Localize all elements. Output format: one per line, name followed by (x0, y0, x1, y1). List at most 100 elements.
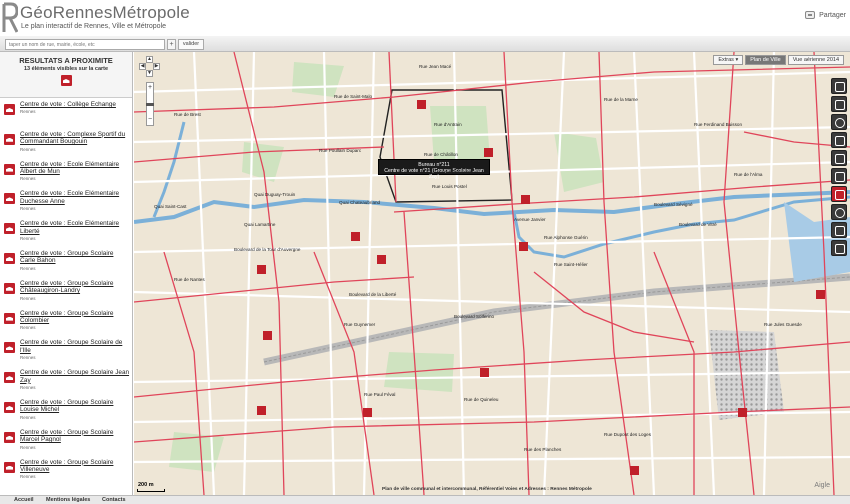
result-title[interactable]: Centre de vote : Groupe Scolaire Villene… (20, 456, 130, 474)
pan-right-button[interactable]: ▶ (153, 63, 160, 70)
results-title: RESULTATS A PROXIMITE (19, 56, 113, 65)
result-title[interactable]: Centre de vote : Groupe Scolaire Jean Za… (20, 366, 130, 384)
result-item[interactable]: Centre de vote : Groupe Scolaire Château… (0, 277, 132, 307)
polling-station-icon (4, 342, 15, 354)
street-label: Rue Poullain Duparc (319, 148, 362, 153)
result-item[interactable]: Centre de vote : Ecole Elémentaire Liber… (0, 217, 132, 247)
street-label: Rue Dupont des Loges (604, 432, 651, 437)
street-label: Rue Guynemer (344, 322, 376, 327)
result-title[interactable]: Centre de vote : Groupe Scolaire de l'Il… (20, 336, 130, 354)
result-item[interactable]: Centre de vote : Groupe Scolaire de l'Il… (0, 336, 132, 366)
result-title[interactable]: Centre de vote : Collège Echange (20, 98, 130, 108)
car-icon[interactable] (831, 78, 847, 94)
street-label: Boulevard Sévigné (654, 202, 693, 207)
street-label: Rue de Brest (174, 112, 201, 117)
zoom-in-button[interactable]: + (147, 83, 153, 93)
result-city: Rennes (20, 414, 36, 420)
eye-icon[interactable] (831, 204, 847, 220)
aerial-view-button[interactable]: Vue aérienne 2014 (787, 55, 844, 65)
result-title[interactable]: Centre de vote : Ecole Elémentaire Liber… (20, 217, 130, 235)
zoom-control[interactable]: + − (146, 82, 154, 126)
street-label: Rue de l'Alma (734, 172, 763, 177)
polling-station-icon (4, 461, 15, 473)
search-options-button[interactable]: + (167, 39, 176, 50)
home-icon[interactable] (831, 240, 847, 256)
result-title[interactable]: Centre de vote : Groupe Scolaire Carle B… (20, 247, 130, 265)
polling-station-icon (4, 193, 15, 205)
pan-left-button[interactable]: ◀ (139, 63, 146, 70)
result-city: Rennes (20, 384, 36, 390)
result-item[interactable]: Centre de vote : Groupe Scolaire Villene… (0, 456, 132, 486)
polling-station-icon (4, 163, 15, 175)
map-canvas[interactable] (134, 52, 850, 495)
result-city: Rennes (20, 295, 36, 301)
monument-icon[interactable] (831, 186, 847, 202)
trash-icon[interactable] (831, 132, 847, 148)
result-item[interactable]: Centre de vote : Groupe Scolaire Jean Za… (0, 366, 132, 396)
result-title[interactable]: Centre de vote : Groupe Scolaire Marcel … (20, 426, 130, 444)
result-title[interactable]: Centre de vote : Groupe Scolaire Château… (20, 277, 130, 295)
bus-icon[interactable] (831, 150, 847, 166)
header: GéoRennesMétropole Le plan interactif de… (0, 0, 850, 36)
search-input[interactable] (5, 39, 165, 50)
street-label: Boulevard de la Tour d'Auvergne (234, 247, 301, 252)
results-count: 13 éléments visibles sur la carte (23, 66, 109, 72)
result-item[interactable]: Centre de vote : Groupe Scolaire Louise … (0, 396, 132, 426)
search-submit-button[interactable]: valider (178, 39, 204, 50)
result-item[interactable]: Centre de vote : Collège Echange Rennes (0, 98, 132, 128)
result-item[interactable]: Centre de vote : Groupe Scolaire Colombi… (0, 307, 132, 337)
map-toolbar (831, 78, 847, 258)
street-label: Boulevard de Vitré (679, 222, 717, 227)
result-city: Rennes (20, 265, 36, 271)
street-label: Boulevard Solferino (454, 314, 495, 319)
result-item[interactable]: Centre de vote : Ecole Elémentaire Duche… (0, 187, 132, 217)
result-city: Rennes (20, 146, 36, 152)
share-label: Partager (819, 11, 846, 19)
zoom-slider-handle[interactable] (146, 103, 154, 106)
polling-station-icon (4, 401, 15, 413)
result-item[interactable]: Centre de vote : Groupe Scolaire Marcel … (0, 426, 132, 456)
footer-legal-link[interactable]: Mentions légales (46, 497, 90, 503)
pan-control[interactable]: ▲ ◀ ▶ ▼ (139, 56, 161, 78)
result-city: Rennes (20, 236, 36, 241)
polling-station-icon (4, 133, 15, 145)
share-button[interactable]: Partager (805, 11, 846, 19)
result-city: Rennes (20, 355, 36, 361)
street-label: Quai Lamartine (244, 222, 276, 227)
result-item[interactable]: Centre de vote : Groupe Scolaire Carle B… (0, 247, 132, 277)
layer-switcher: Extras ▾ Plan de Ville Vue aérienne 2014 (713, 55, 844, 65)
restricted-area (709, 330, 784, 420)
result-title[interactable]: Centre de vote : Ecole Elémentaire Alber… (20, 158, 130, 176)
extras-dropdown[interactable]: Extras ▾ (713, 55, 744, 65)
building-icon[interactable] (831, 222, 847, 238)
street-label: Rue Paul Bert (444, 170, 473, 175)
street-label: Rue de Nantes (174, 277, 205, 282)
heart-icon[interactable] (831, 168, 847, 184)
street-label: Rue Ferdinand Buisson (694, 122, 743, 127)
footer-contacts-link[interactable]: Contacts (102, 497, 126, 503)
share-icon (805, 11, 816, 19)
parking-icon[interactable] (831, 96, 847, 112)
pan-up-button[interactable]: ▲ (146, 56, 153, 63)
plan-de-ville-button[interactable]: Plan de Ville (745, 55, 786, 65)
polling-station-icon (4, 312, 15, 324)
result-item[interactable]: Centre de vote : Complexe Sportif du Com… (0, 128, 132, 158)
map-copyright: Plan de ville communal et intercommunal,… (382, 487, 592, 492)
result-title[interactable]: Centre de vote : Groupe Scolaire Louise … (20, 396, 130, 414)
result-title[interactable]: Centre de vote : Groupe Scolaire Colombi… (20, 307, 130, 325)
zoom-out-button[interactable]: − (147, 115, 153, 125)
street-label: Quai Saint-Cast (154, 204, 187, 209)
gear-icon[interactable] (831, 114, 847, 130)
pan-down-button[interactable]: ▼ (146, 70, 153, 77)
footer: Accueil Mentions légales Contacts (0, 495, 850, 504)
result-item[interactable]: Centre de vote : Ecole Elémentaire Alber… (0, 158, 132, 188)
map-view[interactable]: ▲ ◀ ▶ ▼ + − Extras ▾ Plan de Ville Vue a… (134, 52, 850, 495)
footer-home-link[interactable]: Accueil (14, 497, 34, 503)
street-label: Avenue Janvier (514, 217, 546, 222)
polling-station-icon (4, 104, 15, 115)
street-label: Rue de Quineleu (464, 397, 499, 402)
results-sidebar: RESULTATS A PROXIMITE 13 éléments visibl… (0, 52, 133, 495)
result-city: Rennes (20, 176, 36, 182)
result-title[interactable]: Centre de vote : Ecole Elémentaire Duche… (20, 187, 130, 205)
result-title[interactable]: Centre de vote : Complexe Sportif du Com… (20, 128, 130, 146)
